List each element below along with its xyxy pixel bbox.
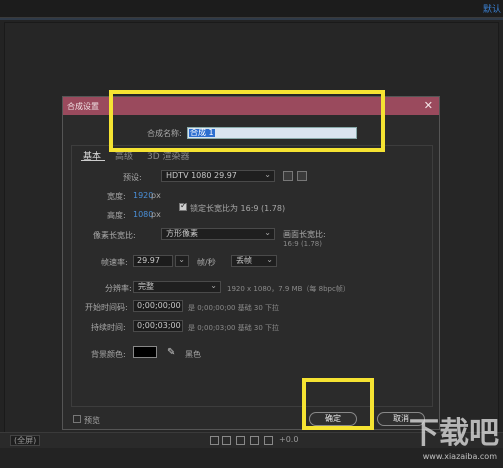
resolution-value: 完整 xyxy=(138,282,154,291)
frame-rate-input[interactable]: 29.97 xyxy=(133,255,173,267)
duration-label: 持续时间: xyxy=(91,323,126,332)
name-field-highlight-box xyxy=(109,90,385,152)
chevron-down-icon: ⌄ xyxy=(266,255,273,264)
resolution-label: 分辨率: xyxy=(105,284,132,293)
color-icon[interactable] xyxy=(264,436,273,445)
workspace-label[interactable]: 默认 xyxy=(483,2,501,15)
bg-color-swatch[interactable] xyxy=(133,346,157,358)
duration-input[interactable]: 0;00;03;00 xyxy=(133,320,183,332)
lock-aspect-checkbox[interactable] xyxy=(179,201,187,211)
drop-frame-dropdown[interactable]: 丢帧 ⌄ xyxy=(231,255,277,267)
basic-settings-panel xyxy=(71,145,433,407)
exposure-value[interactable]: +0.0 xyxy=(276,435,301,446)
bg-color-label: 背景颜色: xyxy=(91,350,126,359)
frame-aspect-value: 16:9 (1.78) xyxy=(283,240,322,248)
delete-preset-icon[interactable] xyxy=(297,171,307,181)
save-preset-icon[interactable] xyxy=(283,171,293,181)
grid-icon[interactable] xyxy=(210,436,219,445)
preset-label: 预设: xyxy=(123,173,142,182)
resolution-dropdown[interactable]: 完整 ⌄ xyxy=(133,281,221,293)
height-label: 高度: xyxy=(107,211,126,220)
preset-value: HDTV 1080 29.97 xyxy=(166,171,237,180)
mask-icon[interactable] xyxy=(222,436,231,445)
preview-label: 预览 xyxy=(84,416,100,425)
height-unit: px xyxy=(151,210,161,219)
viewer-zoom-dropdown[interactable]: (全屏) xyxy=(10,435,41,446)
panel-header-strip xyxy=(0,18,503,20)
drop-frame-value: 丢帧 xyxy=(236,256,252,265)
preview-checkbox[interactable] xyxy=(73,415,81,423)
duration-info: 是 0;00;03;00 基础 30 下拉 xyxy=(188,324,280,332)
resolution-info: 1920 x 1080，7.9 MB（每 8bpc帧） xyxy=(227,285,350,293)
lock-aspect-label: 锁定长宽比为 16:9 (1.78) xyxy=(190,204,286,213)
watermark-logo: 下载吧 xyxy=(409,416,499,451)
width-label: 宽度: xyxy=(107,192,126,201)
start-timecode-input[interactable]: 0;00;00;00 xyxy=(133,300,183,312)
dialog-title: 合成设置 xyxy=(67,102,99,111)
width-unit: px xyxy=(151,191,161,200)
start-timecode-info: 是 0;00;00;00 基础 30 下拉 xyxy=(188,304,280,312)
chevron-down-icon: ⌄ xyxy=(264,170,271,179)
frame-rate-label: 帧速率: xyxy=(101,258,128,267)
chevron-down-icon: ⌄ xyxy=(264,228,271,237)
snapshot-icon[interactable] xyxy=(250,436,259,445)
preset-dropdown[interactable]: HDTV 1080 29.97 ⌄ xyxy=(161,170,275,182)
bg-color-name: 黑色 xyxy=(185,350,201,359)
pixel-aspect-value: 方形像素 xyxy=(166,229,198,238)
frame-aspect-label: 画面长宽比: xyxy=(283,230,326,239)
ok-button-highlight-box xyxy=(302,378,374,430)
pixel-aspect-label: 像素长宽比: xyxy=(93,231,136,240)
close-icon[interactable]: ✕ xyxy=(424,99,433,112)
frame-rate-dropdown[interactable]: ⌄ xyxy=(175,255,189,267)
start-timecode-label: 开始时间码: xyxy=(85,303,128,312)
chevron-down-icon: ⌄ xyxy=(210,281,217,290)
pixel-aspect-dropdown[interactable]: 方形像素 ⌄ xyxy=(161,228,275,240)
watermark-url: www.xiazaiba.com xyxy=(422,452,497,461)
frame-rate-unit: 帧/秒 xyxy=(197,258,216,267)
eyedropper-icon[interactable]: ✎ xyxy=(167,347,175,358)
app-top-bar: 默认 xyxy=(0,0,503,18)
chevron-down-icon: ⌄ xyxy=(178,255,185,264)
channel-icon[interactable] xyxy=(236,436,245,445)
